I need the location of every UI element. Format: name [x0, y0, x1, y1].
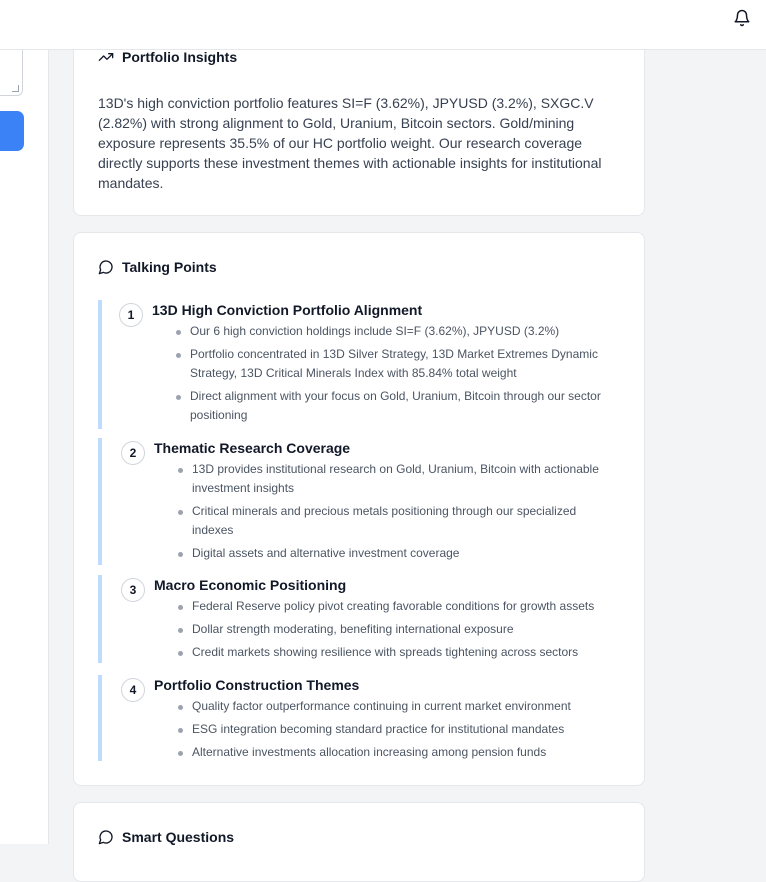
message-circle-icon [98, 830, 113, 845]
trending-up-icon [98, 53, 114, 61]
talking-point-title: Thematic Research Coverage [154, 440, 351, 456]
talking-point-bullet: Our 6 high conviction holdings include S… [176, 322, 616, 341]
talking-point-number: 1 [119, 303, 143, 327]
portfolio-insights-header: Portfolio Insights [98, 49, 237, 65]
left-panel [0, 0, 49, 844]
talking-point-bullet: Credit markets showing resilience with s… [178, 643, 618, 662]
talking-point-bullet: Critical minerals and precious metals po… [178, 502, 618, 540]
talking-points-header: Talking Points [98, 259, 217, 275]
smart-questions-title: Smart Questions [122, 829, 235, 845]
message-circle-icon [98, 260, 113, 275]
talking-point-bullet: ESG integration becoming standard practi… [178, 720, 618, 739]
top-bar [0, 0, 766, 50]
portfolio-insights-body: 13D's high conviction portfolio features… [98, 95, 602, 191]
smart-questions-card: Smart Questions [73, 802, 645, 882]
talking-point-item: 1 13D High Conviction Portfolio Alignmen… [98, 300, 618, 429]
talking-points-title: Talking Points [122, 259, 217, 275]
main-content: Portfolio Insights 13D's high conviction… [49, 0, 766, 882]
talking-point-item: 3 Macro Economic Positioning Federal Res… [98, 575, 618, 663]
talking-point-bullets: 13D provides institutional research on G… [178, 460, 618, 567]
talking-point-title: 13D High Conviction Portfolio Alignment [152, 302, 423, 318]
talking-point-bullet: Alternative investments allocation incre… [178, 743, 618, 762]
talking-point-title: Macro Economic Positioning [154, 577, 347, 593]
portfolio-insights-title: Portfolio Insights [122, 49, 238, 65]
talking-point-bullet: Federal Reserve policy pivot creating fa… [178, 597, 618, 616]
talking-point-item: 4 Portfolio Construction Themes Quality … [98, 675, 618, 761]
talking-point-bullet: 13D provides institutional research on G… [178, 460, 618, 498]
talking-point-bullets: Quality factor outperformance continuing… [178, 697, 618, 766]
bell-icon[interactable] [733, 9, 751, 27]
talking-point-number: 4 [121, 678, 145, 702]
talking-point-bullet: Direct alignment with your focus on Gold… [176, 387, 616, 425]
talking-point-bullet: Dollar strength moderating, benefiting i… [178, 620, 618, 639]
talking-point-bullet: Digital assets and alternative investmen… [178, 544, 618, 563]
talking-point-number: 3 [121, 578, 145, 602]
talking-point-item: 2 Thematic Research Coverage 13D provide… [98, 438, 618, 565]
talking-points-card: Talking Points 1 13D High Conviction Por… [73, 232, 645, 786]
talking-point-number: 2 [121, 441, 145, 465]
talking-point-bullet: Portfolio concentrated in 13D Silver Str… [176, 345, 616, 383]
talking-point-title: Portfolio Construction Themes [154, 677, 360, 693]
smart-questions-header: Smart Questions [98, 829, 234, 845]
talking-point-bullets: Our 6 high conviction holdings include S… [176, 322, 616, 429]
talking-point-bullet: Quality factor outperformance continuing… [178, 697, 618, 716]
send-button[interactable] [0, 111, 24, 151]
resize-grip-icon[interactable] [12, 85, 19, 92]
talking-point-bullets: Federal Reserve policy pivot creating fa… [178, 597, 618, 666]
